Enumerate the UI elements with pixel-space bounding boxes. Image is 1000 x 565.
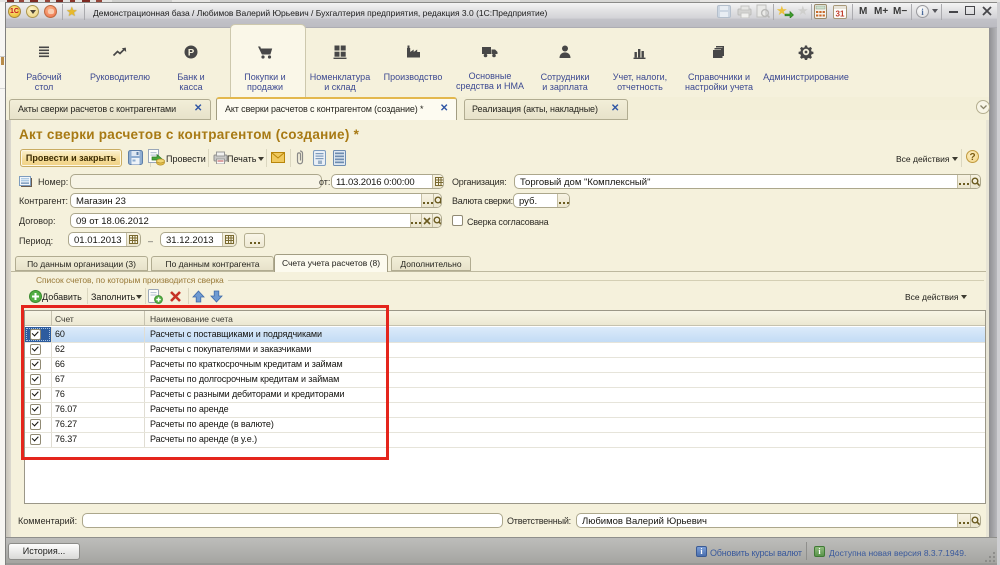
svg-text:P: P [188, 47, 195, 58]
svg-text:31: 31 [836, 10, 845, 19]
